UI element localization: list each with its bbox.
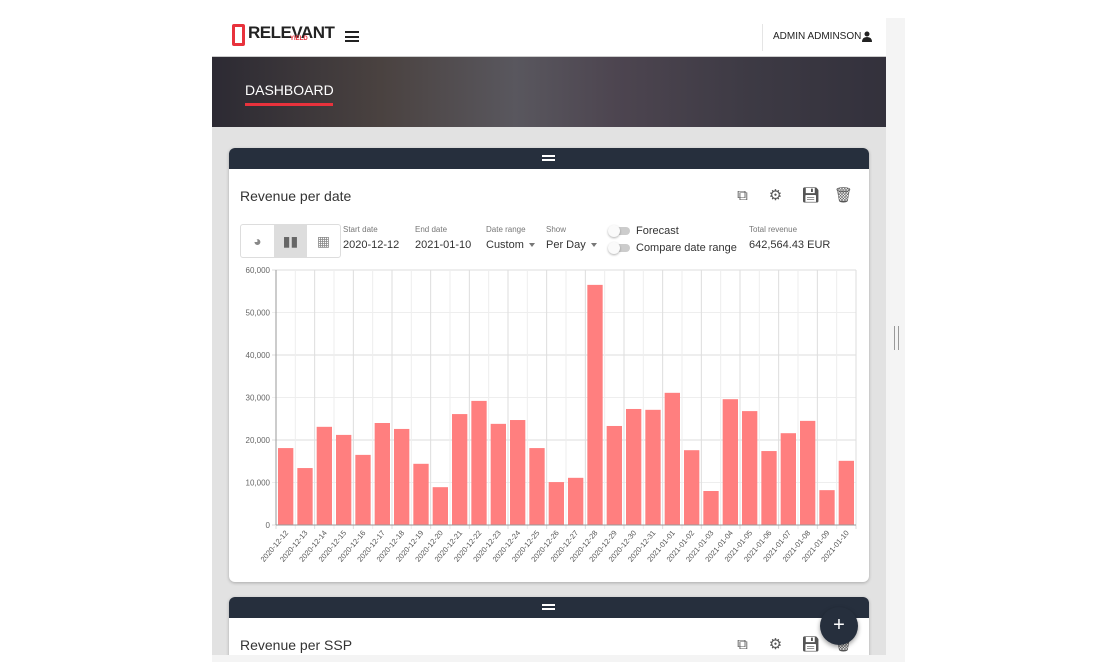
bar [471, 400, 487, 525]
widget-revenue-per-date: Revenue per date ⧉ ⚙ 💾︎ 🗑︎ ◕ ▮▮ ▦ Start … [229, 148, 869, 582]
user-name[interactable]: ADMIN ADMINSON [773, 31, 861, 42]
add-widget-button[interactable]: + [820, 607, 858, 645]
active-tab-underline [245, 103, 333, 106]
bar [722, 399, 738, 525]
delete-icon[interactable]: 🗑︎ [834, 188, 853, 203]
bar [645, 409, 661, 525]
save-icon[interactable]: 💾︎ [801, 637, 820, 652]
pie-chart-button[interactable]: ◕ [241, 225, 274, 257]
drag-icon [542, 604, 555, 610]
logo-icon [232, 24, 245, 46]
bar [548, 482, 564, 525]
bar [413, 463, 429, 525]
bar [394, 428, 410, 525]
logo[interactable]: RELEVANT [232, 24, 335, 46]
bottom-strip [212, 655, 905, 662]
bar [742, 411, 758, 525]
bar [374, 423, 390, 525]
bar [316, 426, 332, 525]
y-tick-label: 10,000 [246, 479, 271, 488]
widget-title: Revenue per SSP [240, 637, 353, 653]
show-select[interactable]: Show Per Day [546, 225, 597, 251]
bar [800, 420, 816, 525]
bar [490, 423, 506, 525]
drag-handle[interactable] [229, 597, 869, 618]
revenue-bar-chart: 010,00020,00030,00040,00050,00060,000202… [246, 266, 857, 564]
bar [568, 477, 584, 525]
start-date-field[interactable]: Start date 2020-12-12 [343, 225, 399, 251]
drag-handle[interactable] [229, 148, 869, 169]
hamburger-menu-icon[interactable] [345, 31, 359, 42]
bar [452, 414, 468, 525]
bar [819, 490, 835, 525]
resize-handle-icon[interactable] [894, 326, 899, 350]
save-icon[interactable]: 💾︎ [801, 188, 820, 203]
banner: DASHBOARD [212, 57, 886, 127]
bar [336, 434, 352, 525]
settings-gear-icon[interactable]: ⚙ [768, 188, 783, 203]
bar [606, 425, 622, 525]
drag-icon [542, 155, 555, 161]
bar [626, 408, 642, 525]
widget-title: Revenue per date [240, 188, 352, 204]
y-tick-label: 30,000 [246, 394, 271, 403]
y-tick-label: 0 [266, 521, 271, 530]
bar [529, 448, 545, 525]
settings-gear-icon[interactable]: ⚙ [768, 637, 783, 652]
app-window: RELEVANT YIELD ADMIN ADMINSON DASHBOARD … [212, 18, 886, 655]
bar [664, 392, 680, 525]
bar [432, 487, 448, 525]
bar [278, 448, 294, 525]
bar [780, 433, 796, 525]
brand-sub: YIELD [290, 36, 308, 42]
total-revenue: Total revenue 642,564.43 EUR [749, 225, 831, 251]
bar [761, 451, 777, 525]
y-tick-label: 60,000 [246, 266, 271, 275]
y-tick-label: 20,000 [246, 436, 271, 445]
bar-chart-button[interactable]: ▮▮ [274, 225, 307, 257]
bar [587, 284, 603, 525]
dropdown-caret-icon [590, 243, 597, 248]
top-bar: RELEVANT YIELD ADMIN ADMINSON [212, 18, 886, 57]
open-external-icon[interactable]: ⧉ [735, 637, 750, 652]
y-tick-label: 50,000 [246, 309, 271, 318]
end-date-field[interactable]: End date 2021-01-10 [415, 225, 471, 251]
bar [355, 454, 371, 525]
y-tick-label: 40,000 [246, 351, 271, 360]
bar [703, 491, 719, 525]
widget-revenue-per-ssp: Revenue per SSP ⧉ ⚙ 💾︎ 🗑︎ [229, 597, 869, 655]
dropdown-caret-icon [528, 243, 535, 248]
user-icon[interactable] [862, 31, 872, 42]
table-button[interactable]: ▦ [307, 225, 340, 257]
bar [510, 420, 526, 525]
bar [838, 460, 854, 525]
compare-date-range-toggle[interactable]: Compare date range [608, 242, 737, 254]
bar [297, 468, 313, 525]
page-title[interactable]: DASHBOARD [245, 82, 334, 98]
bar [684, 450, 700, 525]
date-range-select[interactable]: Date range Custom [486, 225, 535, 251]
open-external-icon[interactable]: ⧉ [735, 188, 750, 203]
forecast-toggle[interactable]: Forecast [608, 225, 679, 237]
divider [762, 24, 763, 51]
view-type-toggle: ◕ ▮▮ ▦ [240, 224, 341, 258]
